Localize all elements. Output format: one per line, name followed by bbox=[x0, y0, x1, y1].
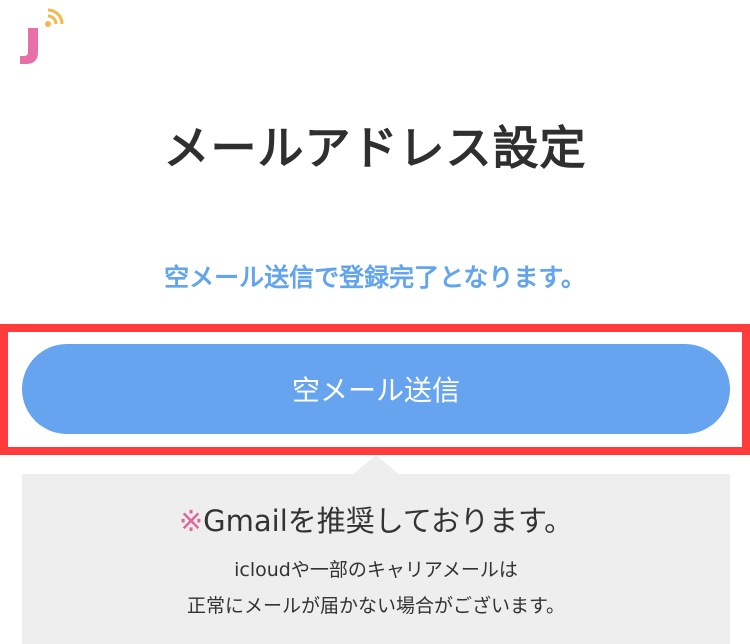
notice-box: ※Gmailを推奨しております。 icloudや一部のキャリアメールは 正常にメ… bbox=[22, 474, 730, 644]
notice-line-2: 正常にメールが届かない場合がございます。 bbox=[186, 595, 566, 617]
logo-letter-j bbox=[20, 28, 38, 64]
highlight-frame bbox=[0, 324, 750, 455]
notice-headline: Gmailを推奨しております。 bbox=[203, 504, 574, 538]
notice-mark: ※ bbox=[178, 504, 204, 538]
registration-hint: 空メール送信で登録完了となります。 bbox=[164, 263, 586, 292]
notice-arrow bbox=[352, 455, 400, 475]
app-logo-icon bbox=[20, 8, 64, 64]
page-title: メールアドレス設定 bbox=[163, 121, 587, 175]
logo-signal-dot bbox=[45, 21, 51, 27]
notice-line-1: icloudや一部のキャリアメールは bbox=[234, 559, 518, 581]
notice-headline-row: ※Gmailを推奨しております。 bbox=[22, 498, 730, 540]
page: メールアドレス設定 空メール送信で登録完了となります。 空メール送信 ※Gmai… bbox=[0, 0, 750, 644]
